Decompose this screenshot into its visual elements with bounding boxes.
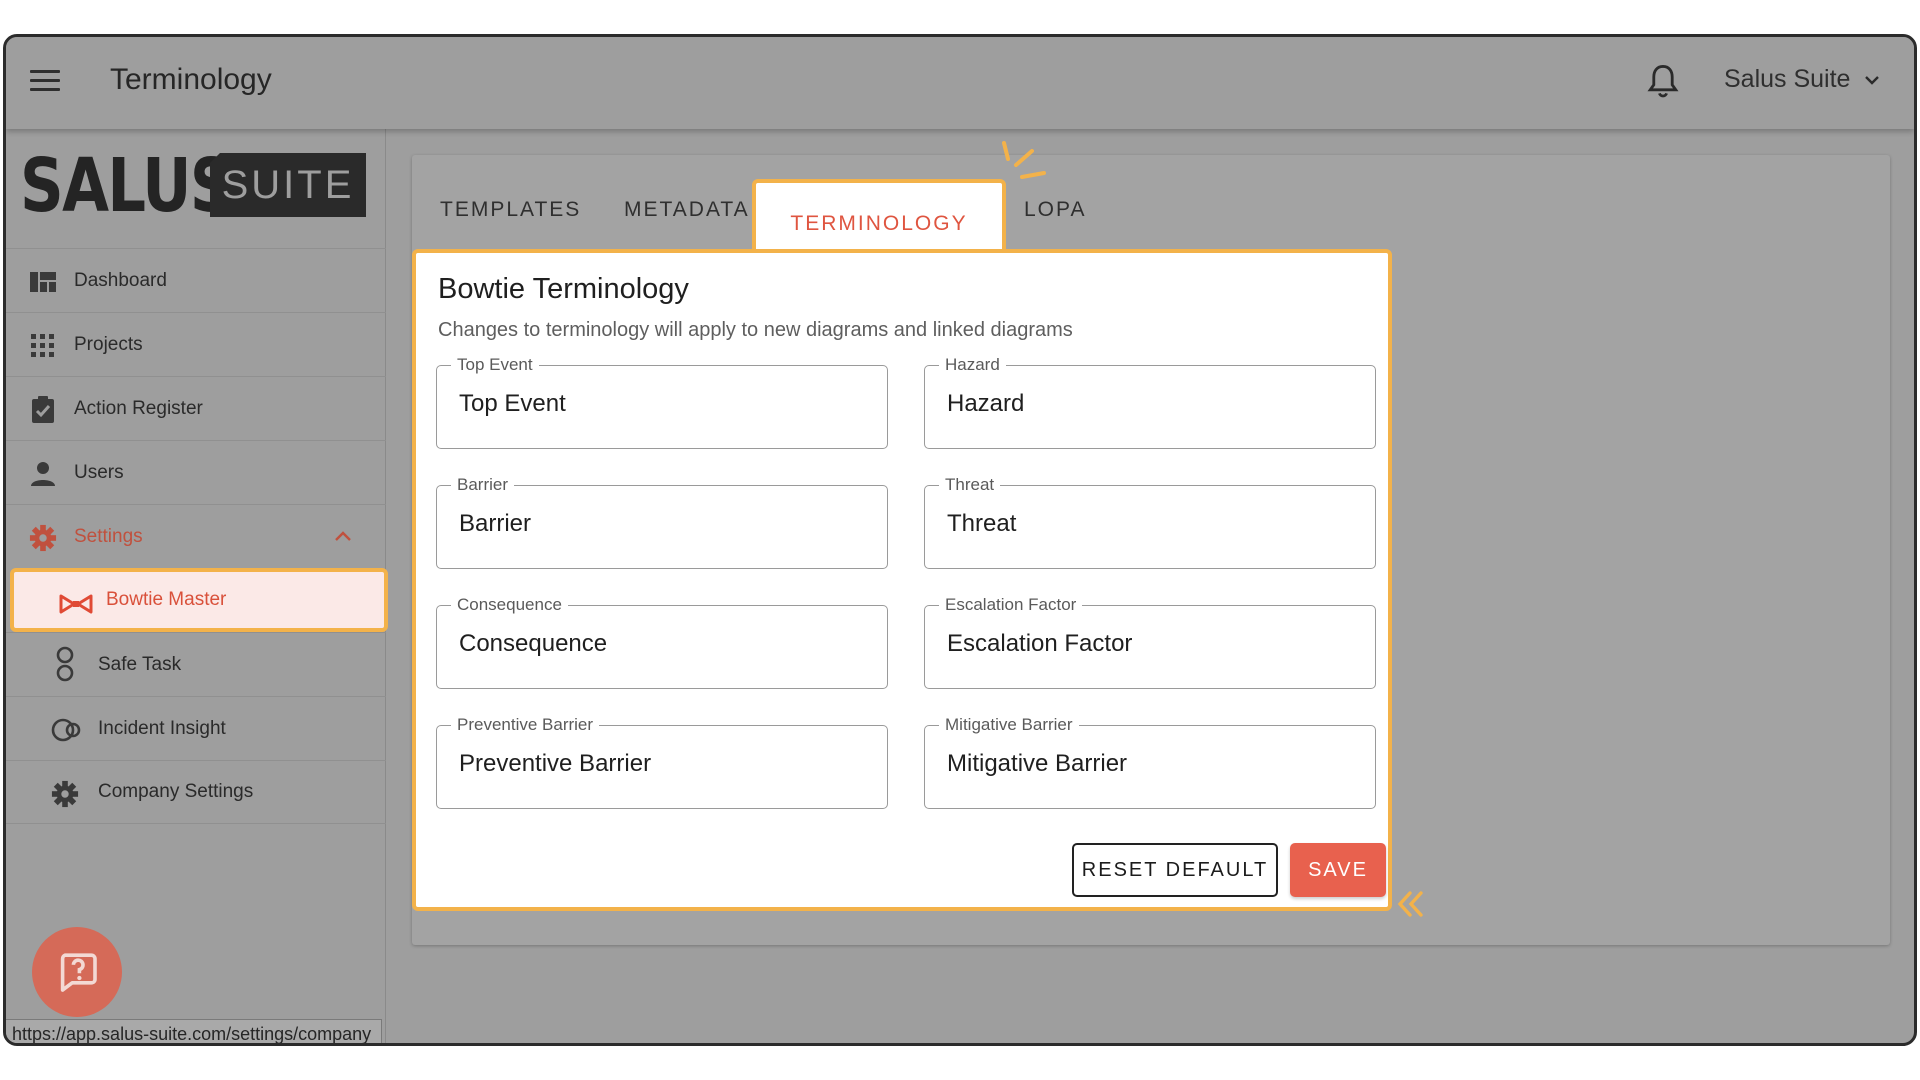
sidebar-item-label: Action Register bbox=[74, 397, 203, 419]
dashboard-icon bbox=[30, 272, 56, 292]
highlight-burst-icon bbox=[1002, 141, 1046, 179]
field-label: Barrier bbox=[451, 475, 515, 495]
user-icon bbox=[31, 462, 55, 486]
barrier-input[interactable] bbox=[459, 510, 859, 538]
sidebar-item-settings[interactable]: Settings bbox=[6, 504, 386, 568]
account-menu[interactable]: Salus Suite bbox=[1724, 65, 1880, 94]
field-label: Hazard bbox=[939, 355, 1006, 375]
sidebar-item-label: Bowtie Master bbox=[106, 589, 227, 610]
field-label: Mitigative Barrier bbox=[939, 715, 1079, 735]
bowtie-icon bbox=[59, 594, 93, 614]
bowtie-terminology-card: Bowtie Terminology Changes to terminolog… bbox=[412, 249, 1392, 911]
threat-field[interactable]: Threat bbox=[924, 475, 1376, 569]
sidebar-item-company-settings[interactable]: Company Settings bbox=[6, 760, 386, 824]
hazard-field[interactable]: Hazard bbox=[924, 355, 1376, 449]
sidebar-item-label: Dashboard bbox=[74, 269, 167, 291]
sidebar-nav: Dashboard Projects Action Register Users… bbox=[6, 248, 388, 824]
sidebar-item-bowtie-master[interactable]: Bowtie Master bbox=[10, 568, 388, 632]
preventive-barrier-field[interactable]: Preventive Barrier bbox=[436, 715, 888, 809]
help-chat-icon bbox=[60, 953, 97, 992]
preventive-barrier-input[interactable] bbox=[459, 750, 859, 778]
account-name: Salus Suite bbox=[1724, 65, 1851, 93]
sidebar-item-projects[interactable]: Projects bbox=[6, 312, 386, 376]
sidebar-item-label: Incident Insight bbox=[98, 717, 226, 739]
sidebar-item-label: Company Settings bbox=[98, 781, 254, 802]
safe-task-icon bbox=[56, 646, 74, 682]
app-window: Terminology Salus Suite SALUS SUITE Dash… bbox=[3, 34, 1917, 1046]
reset-default-button[interactable]: RESET DEFAULT bbox=[1072, 843, 1278, 897]
status-bar-url: https://app.salus-suite.com/settings/com… bbox=[6, 1019, 383, 1043]
hazard-input[interactable] bbox=[947, 390, 1347, 418]
top-event-input[interactable] bbox=[459, 390, 859, 418]
card-title: Bowtie Terminology bbox=[438, 273, 689, 305]
salus-suite-logo: SALUS SUITE bbox=[20, 143, 366, 229]
card-subtitle: Changes to terminology will apply to new… bbox=[438, 319, 1073, 341]
sidebar-item-dashboard[interactable]: Dashboard bbox=[6, 248, 386, 312]
consequence-field[interactable]: Consequence bbox=[436, 595, 888, 689]
sidebar-item-label: Projects bbox=[74, 333, 143, 355]
projects-grid-icon bbox=[31, 334, 54, 357]
field-label: Escalation Factor bbox=[939, 595, 1083, 615]
threat-input[interactable] bbox=[947, 510, 1347, 538]
field-label: Preventive Barrier bbox=[451, 715, 600, 735]
sidebar-item-label: Settings bbox=[74, 525, 143, 547]
double-chevron-left-icon bbox=[1397, 891, 1423, 917]
page-title: Terminology bbox=[110, 63, 272, 96]
logo-primary-text: SALUS bbox=[20, 143, 234, 229]
tab-terminology-label: TERMINOLOGY bbox=[790, 212, 968, 235]
field-label: Top Event bbox=[451, 355, 539, 375]
mitigative-barrier-field[interactable]: Mitigative Barrier bbox=[924, 715, 1376, 809]
logo-secondary-text: SUITE bbox=[210, 153, 366, 217]
sidebar-item-incident-insight[interactable]: Incident Insight bbox=[6, 696, 386, 760]
gear-icon bbox=[51, 780, 79, 808]
field-label: Consequence bbox=[451, 595, 568, 615]
barrier-field[interactable]: Barrier bbox=[436, 475, 888, 569]
clipboard-check-icon bbox=[32, 396, 54, 423]
escalation-factor-input[interactable] bbox=[947, 630, 1347, 658]
hamburger-menu-icon[interactable] bbox=[30, 70, 60, 92]
top-event-field[interactable]: Top Event bbox=[436, 355, 888, 449]
chevron-up-icon[interactable] bbox=[334, 531, 352, 542]
incident-insight-icon bbox=[51, 718, 81, 742]
gear-icon bbox=[29, 524, 57, 552]
sidebar-item-label: Users bbox=[74, 461, 124, 483]
mitigative-barrier-input[interactable] bbox=[947, 750, 1347, 778]
help-chat-button[interactable] bbox=[32, 927, 122, 1017]
sidebar-item-action-register[interactable]: Action Register bbox=[6, 376, 386, 440]
field-label: Threat bbox=[939, 475, 1001, 495]
sidebar: SALUS SUITE Dashboard Projects Action Re… bbox=[6, 129, 388, 1043]
sidebar-item-safe-task[interactable]: Safe Task bbox=[6, 632, 386, 696]
top-app-bar: Terminology Salus Suite bbox=[6, 37, 1914, 129]
escalation-factor-field[interactable]: Escalation Factor bbox=[924, 595, 1376, 689]
bell-icon[interactable] bbox=[1646, 63, 1680, 101]
save-button[interactable]: SAVE bbox=[1290, 843, 1386, 897]
chevron-down-icon bbox=[1865, 75, 1880, 85]
sidebar-item-users[interactable]: Users bbox=[6, 440, 386, 504]
consequence-input[interactable] bbox=[459, 630, 859, 658]
sidebar-item-label: Safe Task bbox=[98, 653, 182, 675]
